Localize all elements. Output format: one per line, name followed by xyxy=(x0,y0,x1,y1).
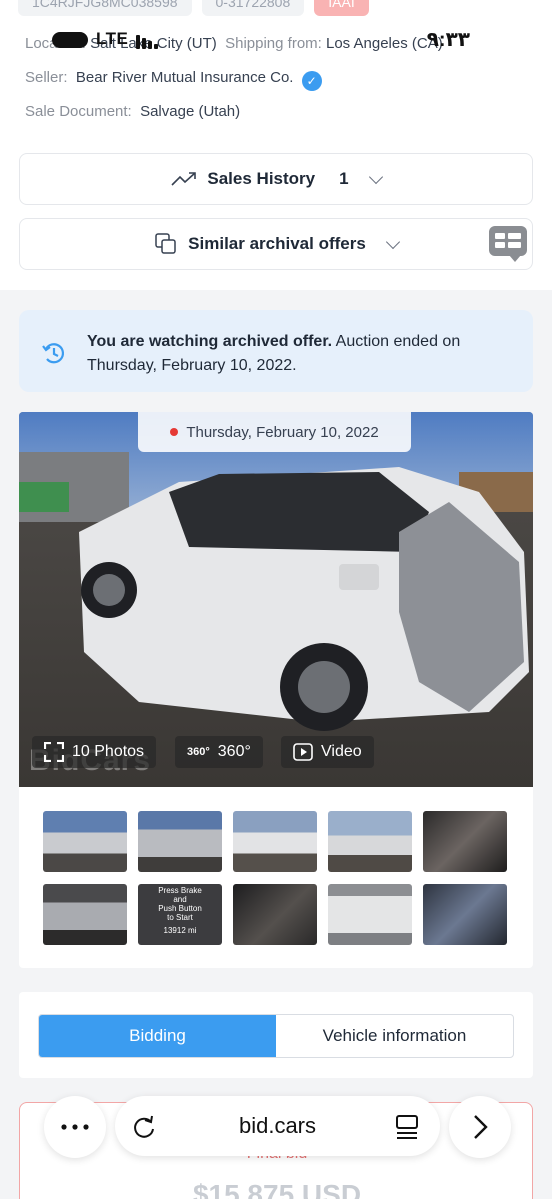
thumb-text-line: Push Button xyxy=(158,904,202,913)
archived-notice: You are watching archived offer. Auction… xyxy=(19,310,533,392)
cut-off-id-row: 1C4RJFJG8MC038598 0-31722808 IAAI xyxy=(18,0,369,16)
chevron-right-icon xyxy=(474,1115,488,1139)
history-icon xyxy=(42,343,65,364)
trend-up-icon xyxy=(171,172,197,186)
signal-bars-icon xyxy=(136,31,164,49)
copy-icon xyxy=(155,233,176,254)
camera-indicator-icon xyxy=(52,32,88,48)
seller-line: Seller: Bear River Mutual Insurance Co. … xyxy=(25,69,322,91)
tab-bidding[interactable]: Bidding xyxy=(39,1015,276,1057)
vin-chip[interactable]: 1C4RJFJG8MC038598 xyxy=(18,0,192,16)
photos-label: 10 Photos xyxy=(72,743,145,760)
tab-vehicle-information[interactable]: Vehicle information xyxy=(276,1015,513,1057)
address-bar[interactable]: bid.cars xyxy=(115,1096,440,1156)
browser-toolbar: bid.cars xyxy=(0,1094,552,1158)
sales-history-button[interactable]: Sales History 1 xyxy=(19,153,533,205)
notice-bold-text: You are watching archived offer. xyxy=(87,333,333,350)
thumbnail[interactable] xyxy=(43,884,127,945)
auction-chip: IAAI xyxy=(314,0,369,16)
network-label: LTE xyxy=(96,29,129,48)
thumb-text-line: Press Brake xyxy=(158,886,202,895)
document-value: Salvage (Utah) xyxy=(140,103,241,120)
detail-tabs: Bidding Vehicle information xyxy=(38,1014,514,1058)
lot-chip[interactable]: 0-31722808 xyxy=(201,0,305,16)
sales-history-count: 1 xyxy=(339,169,349,188)
forward-button[interactable] xyxy=(449,1096,511,1158)
similar-offers-button[interactable]: Similar archival offers xyxy=(19,218,533,270)
auction-date-badge: Thursday, February 10, 2022 xyxy=(138,412,411,452)
status-bar: LTE ٩:٣٣ xyxy=(0,28,552,54)
thumbnail[interactable] xyxy=(43,811,127,872)
thumb-text-line: and xyxy=(173,895,187,904)
thumbnail[interactable] xyxy=(423,884,507,945)
main-vehicle-photo[interactable]: Thursday, February 10, 2022 BidCars 10 P… xyxy=(19,412,533,787)
thumbnail[interactable] xyxy=(138,811,222,872)
thumbnail[interactable] xyxy=(328,811,412,872)
video-label: Video xyxy=(321,743,362,760)
vehicle-info-card: 1C4RJFJG8MC038598 0-31722808 IAAI Locati… xyxy=(0,0,552,290)
status-dot-icon xyxy=(170,428,179,436)
clock: ٩:٣٣ xyxy=(426,29,470,51)
vehicle-photo-illustration xyxy=(19,412,533,787)
play-icon xyxy=(293,743,313,761)
thumbnail-grid: Press Brake and Push Button to Start 139… xyxy=(43,811,513,945)
thumb-text-line: 13912 mi xyxy=(163,926,197,935)
verified-badge-icon: ✓ xyxy=(301,71,322,91)
photos-button[interactable]: 10 Photos xyxy=(32,736,157,768)
auction-date: Thursday, February 10, 2022 xyxy=(186,423,379,441)
thumbnail[interactable] xyxy=(423,811,507,872)
seller-label: Seller: xyxy=(25,69,68,86)
tabs-icon[interactable] xyxy=(395,1114,419,1140)
fullscreen-icon xyxy=(44,742,64,762)
seller-value[interactable]: Bear River Mutual Insurance Co. xyxy=(76,69,294,86)
view-360-label: 360° xyxy=(217,743,251,760)
view-360-button[interactable]: 360° 360° xyxy=(175,736,263,768)
notice-text: You are watching archived offer. Auction… xyxy=(87,330,517,378)
video-button[interactable]: Video xyxy=(281,736,374,768)
thumbnail[interactable] xyxy=(233,884,317,945)
final-bid-price: $15,875 USD xyxy=(192,1179,362,1199)
chevron-down-icon xyxy=(368,169,383,184)
thumbnail[interactable] xyxy=(233,811,317,872)
similar-offers-label: Similar archival offers xyxy=(188,234,366,253)
detail-tabs-card: Bidding Vehicle information xyxy=(19,992,533,1078)
view-360-icon: 360° xyxy=(187,746,210,758)
thumb-text-line: to Start xyxy=(167,913,193,922)
document-label: Sale Document: xyxy=(25,103,132,120)
url-text: bid.cars xyxy=(238,1113,317,1138)
document-line: Sale Document: Salvage (Utah) xyxy=(25,103,240,120)
thumbnail-odometer[interactable]: Press Brake and Push Button to Start 139… xyxy=(138,884,222,945)
reader-mode-icon[interactable] xyxy=(489,226,527,262)
thumbnail[interactable] xyxy=(328,884,412,945)
more-dots-icon xyxy=(61,1124,89,1130)
more-button[interactable] xyxy=(44,1096,106,1158)
photo-gallery: Thursday, February 10, 2022 BidCars 10 P… xyxy=(19,412,533,968)
chevron-down-icon xyxy=(385,234,400,249)
sales-history-label: Sales History xyxy=(207,169,316,188)
